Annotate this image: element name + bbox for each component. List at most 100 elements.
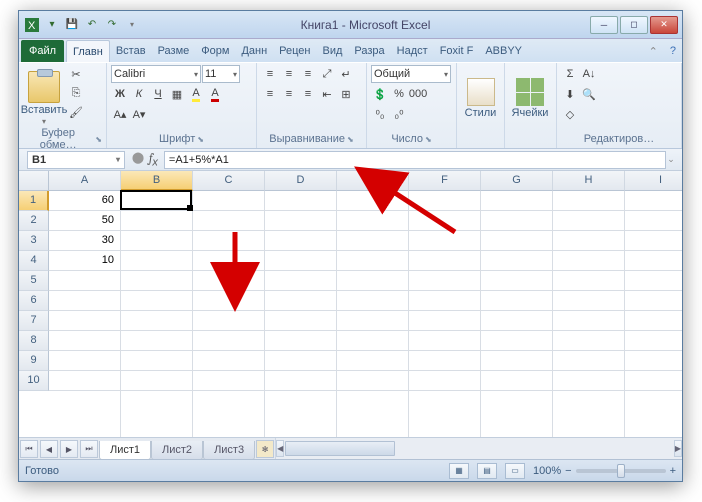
scroll-left-button[interactable]: ◀	[276, 440, 284, 457]
ribbon-minimize-icon[interactable]: ⌃	[643, 40, 664, 62]
col-header-D[interactable]: D	[265, 171, 337, 191]
styles-button[interactable]: Стили	[461, 65, 500, 132]
font-name-combo[interactable]: Calibri▾	[111, 65, 201, 83]
format-painter-icon[interactable]: 🖌	[67, 103, 85, 121]
clear-icon[interactable]: ◇	[561, 105, 579, 123]
col-header-E[interactable]: E	[337, 171, 409, 191]
tab-abbyy[interactable]: ABBYY	[479, 40, 528, 62]
tab-data[interactable]: Данн	[235, 40, 273, 62]
col-header-A[interactable]: A	[49, 171, 121, 191]
row-header-10[interactable]: 10	[19, 371, 49, 391]
merge-icon[interactable]: ⊞	[337, 85, 355, 103]
close-button[interactable]: ✕	[650, 16, 678, 34]
cell-A3[interactable]: 30	[49, 231, 117, 250]
orientation-icon[interactable]: ⤢	[318, 65, 336, 83]
cell-A4[interactable]: 10	[49, 251, 117, 270]
horizontal-scrollbar[interactable]: ◀ ▶	[275, 438, 682, 459]
tab-home[interactable]: Главн	[66, 40, 110, 62]
align-center-icon[interactable]: ≡	[280, 85, 298, 103]
cells-area[interactable]: 6050301063	[49, 191, 682, 437]
dialog-launcher-icon[interactable]: ⬊	[425, 135, 432, 144]
sheet-nav-first[interactable]: ⏮	[20, 440, 38, 458]
fill-color-button[interactable]: A	[187, 85, 205, 103]
sheet-tab-2[interactable]: Лист2	[151, 441, 203, 460]
italic-button[interactable]: К	[130, 85, 148, 103]
grow-font-icon[interactable]: A▴	[111, 105, 129, 123]
row-header-5[interactable]: 5	[19, 271, 49, 291]
zoom-level[interactable]: 100%	[533, 465, 561, 477]
row-header-1[interactable]: 1	[19, 191, 49, 211]
wrap-text-icon[interactable]: ↵	[337, 65, 355, 83]
page-layout-view-button[interactable]: ▤	[477, 463, 497, 479]
percent-icon[interactable]: %	[390, 85, 408, 103]
dialog-launcher-icon[interactable]: ⬊	[197, 135, 204, 144]
tab-formulas[interactable]: Форм	[195, 40, 235, 62]
qat-dropdown-icon[interactable]: ▾	[43, 16, 61, 34]
zoom-slider-thumb[interactable]	[617, 464, 625, 478]
sheet-tab-1[interactable]: Лист1	[99, 441, 151, 460]
name-box[interactable]: B1▾	[27, 151, 125, 169]
comma-icon[interactable]: 000	[409, 85, 427, 103]
formula-bar[interactable]: =A1+5%*A1	[164, 151, 666, 169]
tab-foxit[interactable]: Foxit F	[434, 40, 480, 62]
sheet-tab-3[interactable]: Лист3	[203, 441, 255, 460]
sort-filter-icon[interactable]: A↓	[580, 65, 598, 83]
tab-view[interactable]: Вид	[317, 40, 349, 62]
tab-insert[interactable]: Встав	[110, 40, 152, 62]
row-header-2[interactable]: 2	[19, 211, 49, 231]
tab-review[interactable]: Рецен	[273, 40, 316, 62]
paste-button[interactable]: Вставить ▾	[23, 65, 65, 132]
cut-icon[interactable]: ✂	[67, 65, 85, 83]
selection-box[interactable]	[120, 190, 192, 210]
file-tab[interactable]: Файл	[21, 40, 64, 62]
shrink-font-icon[interactable]: A▾	[130, 105, 148, 123]
minimize-button[interactable]: ─	[590, 16, 618, 34]
column-headers[interactable]: ABCDEFGHI	[49, 171, 682, 191]
underline-button[interactable]: Ч	[149, 85, 167, 103]
row-headers[interactable]: 12345678910	[19, 191, 49, 437]
expand-formula-icon[interactable]: ⌄	[664, 151, 678, 169]
tab-addins[interactable]: Надст	[391, 40, 434, 62]
col-header-F[interactable]: F	[409, 171, 481, 191]
sheet-nav-prev[interactable]: ◀	[40, 440, 58, 458]
new-sheet-button[interactable]: ✻	[256, 440, 274, 458]
redo-icon[interactable]: ↷	[103, 16, 121, 34]
cancel-formula-icon[interactable]: ⬤	[131, 151, 145, 168]
col-header-I[interactable]: I	[625, 171, 682, 191]
cell-A1[interactable]: 60	[49, 191, 117, 210]
undo-icon[interactable]: ↶	[83, 16, 101, 34]
inc-decimal-icon[interactable]: ⁰₀	[371, 105, 389, 123]
col-header-G[interactable]: G	[481, 171, 553, 191]
zoom-in-button[interactable]: +	[670, 465, 676, 477]
save-icon[interactable]: 💾	[63, 16, 81, 34]
col-header-C[interactable]: C	[193, 171, 265, 191]
cells-button[interactable]: Ячейки	[509, 65, 551, 132]
number-format-combo[interactable]: Общий▾	[371, 65, 451, 83]
zoom-slider[interactable]	[576, 469, 666, 473]
font-color-button[interactable]: A	[206, 85, 224, 103]
row-header-8[interactable]: 8	[19, 331, 49, 351]
select-all-corner[interactable]	[19, 171, 49, 191]
align-left-icon[interactable]: ≡	[261, 85, 279, 103]
tab-layout[interactable]: Разме	[152, 40, 196, 62]
qat-more-icon[interactable]: ▾	[123, 16, 141, 34]
col-header-H[interactable]: H	[553, 171, 625, 191]
font-size-combo[interactable]: 11▾	[202, 65, 240, 83]
fill-down-icon[interactable]: ⬇	[561, 85, 579, 103]
scroll-right-button[interactable]: ▶	[674, 440, 682, 457]
zoom-out-button[interactable]: −	[565, 465, 571, 477]
row-header-6[interactable]: 6	[19, 291, 49, 311]
row-header-7[interactable]: 7	[19, 311, 49, 331]
row-header-4[interactable]: 4	[19, 251, 49, 271]
cell-A2[interactable]: 50	[49, 211, 117, 230]
align-top-icon[interactable]: ≡	[261, 65, 279, 83]
align-right-icon[interactable]: ≡	[299, 85, 317, 103]
copy-icon[interactable]: ⎘	[67, 84, 85, 102]
autosum-icon[interactable]: Σ	[561, 65, 579, 83]
help-icon[interactable]: ?	[664, 40, 682, 62]
tab-dev[interactable]: Разра	[348, 40, 390, 62]
normal-view-button[interactable]: ▦	[449, 463, 469, 479]
currency-icon[interactable]: 💲	[371, 85, 389, 103]
row-header-3[interactable]: 3	[19, 231, 49, 251]
find-icon[interactable]: 🔍	[580, 85, 598, 103]
